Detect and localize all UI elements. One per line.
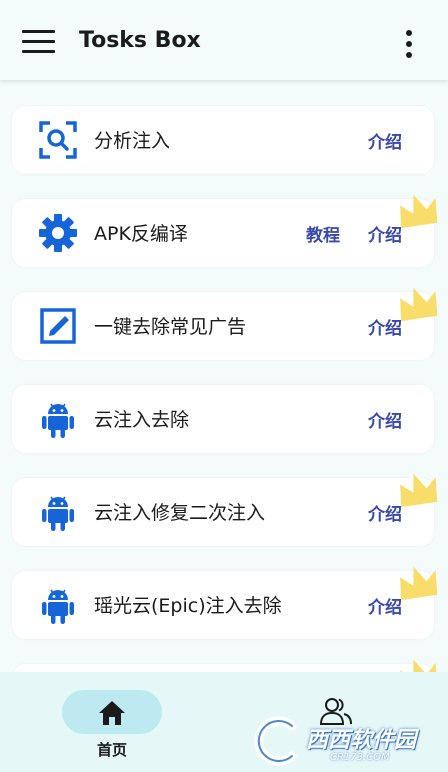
intro-link[interactable]: 介绍	[368, 128, 402, 153]
intro-link[interactable]: 介绍	[368, 593, 402, 618]
android-icon	[42, 403, 74, 438]
search-scan-icon	[39, 121, 77, 159]
app-title: Tosks Box	[79, 28, 201, 53]
card-cloud-injection-remove[interactable]: 云注入去除 介绍	[12, 385, 434, 453]
watermark-url: CR173.COM	[330, 752, 390, 763]
card-label: 云注入修复二次注入	[94, 502, 266, 524]
watermark-text: 西西软件园	[306, 728, 417, 753]
intro-link[interactable]: 介绍	[368, 407, 402, 432]
card-label: APK反编译	[94, 223, 188, 245]
android-icon	[42, 496, 74, 531]
android-icon	[42, 589, 74, 624]
card-partial[interactable]	[12, 664, 434, 672]
card-epic-injection-remove[interactable]: 瑶光云(Epic)注入去除 介绍	[12, 571, 434, 639]
nav-home-label: 首页	[96, 741, 127, 759]
gear-icon	[39, 214, 77, 252]
card-label: 分析注入	[94, 130, 171, 152]
card-label: 云注入去除	[94, 409, 190, 431]
tutorial-link[interactable]: 教程	[306, 221, 340, 246]
card-remove-ads[interactable]: 一键去除常见广告 介绍	[12, 292, 434, 360]
tool-list[interactable]: 分析注入 介绍 APK反编译 教程 介绍 一键去除常见广告 介绍 云注入去除 介…	[0, 80, 448, 672]
card-cloud-injection-fix[interactable]: 云注入修复二次注入 介绍	[12, 478, 434, 546]
edit-box-icon	[40, 308, 76, 344]
watermark-c-icon	[254, 716, 297, 766]
home-icon	[99, 701, 125, 725]
card-label: 瑶光云(Epic)注入去除	[94, 595, 282, 617]
card-label: 一键去除常见广告	[94, 316, 247, 338]
menu-icon[interactable]	[22, 30, 56, 56]
app-bar: Tosks Box	[0, 0, 448, 80]
nav-home[interactable]: 首页	[62, 690, 162, 760]
card-apk-decompile[interactable]: APK反编译 教程 介绍	[12, 199, 434, 267]
watermark-logo: 西西软件园 CR173.COM	[248, 712, 448, 770]
intro-link[interactable]: 介绍	[368, 500, 402, 525]
intro-link[interactable]: 介绍	[368, 221, 402, 246]
card-analyze-injection[interactable]: 分析注入 介绍	[12, 106, 434, 174]
intro-link[interactable]: 介绍	[368, 314, 402, 339]
more-options-icon[interactable]	[397, 28, 421, 60]
